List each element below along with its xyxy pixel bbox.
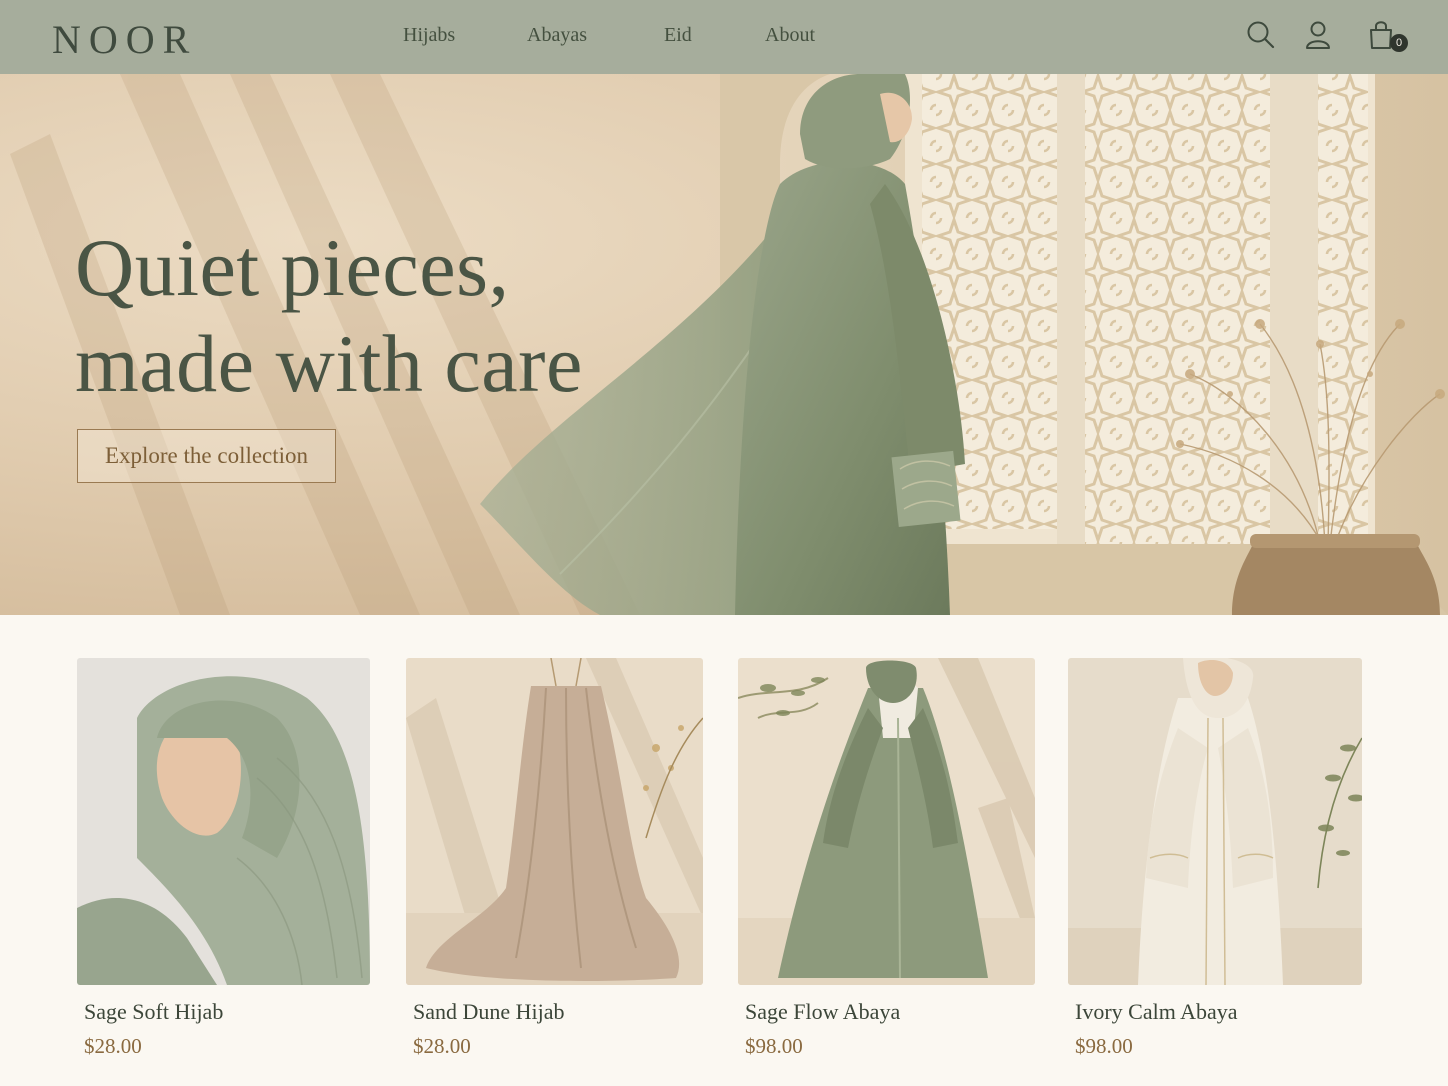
product-name[interactable]: Sage Soft Hijab	[84, 999, 370, 1025]
product-image[interactable]	[1068, 658, 1362, 985]
account-button[interactable]	[1302, 18, 1336, 52]
search-icon	[1247, 21, 1275, 49]
product-price: $98.00	[745, 1034, 803, 1058]
product-card[interactable]: Sand Dune Hijab $28.00	[406, 658, 703, 1059]
hero-title-line-2: made with care	[75, 318, 583, 409]
product-card[interactable]: Ivory Calm Abaya $98.00	[1068, 658, 1362, 1059]
site-header: NOOR Hijabs Abayas Eid About 0	[0, 0, 1448, 74]
nav-link-eid[interactable]: Eid	[664, 24, 692, 47]
product-name[interactable]: Sand Dune Hijab	[413, 999, 703, 1025]
search-button[interactable]	[1244, 18, 1278, 52]
product-price: $28.00	[413, 1034, 471, 1058]
nav-link-abayas[interactable]: Abayas	[527, 24, 587, 47]
user-icon	[1306, 21, 1330, 49]
product-image[interactable]	[406, 658, 703, 985]
hero-banner: Quiet pieces, made with care Explore the…	[0, 74, 1448, 615]
cart-count-badge: 0	[1390, 34, 1408, 52]
cart-button[interactable]: 0	[1366, 18, 1408, 52]
product-price: $98.00	[1075, 1034, 1133, 1058]
nav-link-hijabs[interactable]: Hijabs	[403, 24, 455, 47]
product-card[interactable]: Sage Soft Hijab $28.00	[77, 658, 370, 1059]
hero-title: Quiet pieces, made with care	[75, 220, 583, 412]
brand-logo[interactable]: NOOR	[52, 16, 197, 63]
nav-link-about[interactable]: About	[765, 24, 815, 47]
product-price: $28.00	[84, 1034, 142, 1058]
explore-collection-button[interactable]: Explore the collection	[77, 429, 336, 483]
product-name[interactable]: Ivory Calm Abaya	[1075, 999, 1362, 1025]
product-grid: Sage Soft Hijab $28.00 Sand Dune Hijab $…	[0, 615, 1448, 1086]
hero-title-line-1: Quiet pieces,	[75, 222, 510, 313]
product-image[interactable]	[738, 658, 1035, 985]
product-image[interactable]	[77, 658, 370, 985]
product-card[interactable]: Sage Flow Abaya $98.00	[738, 658, 1035, 1059]
product-name[interactable]: Sage Flow Abaya	[745, 999, 1035, 1025]
